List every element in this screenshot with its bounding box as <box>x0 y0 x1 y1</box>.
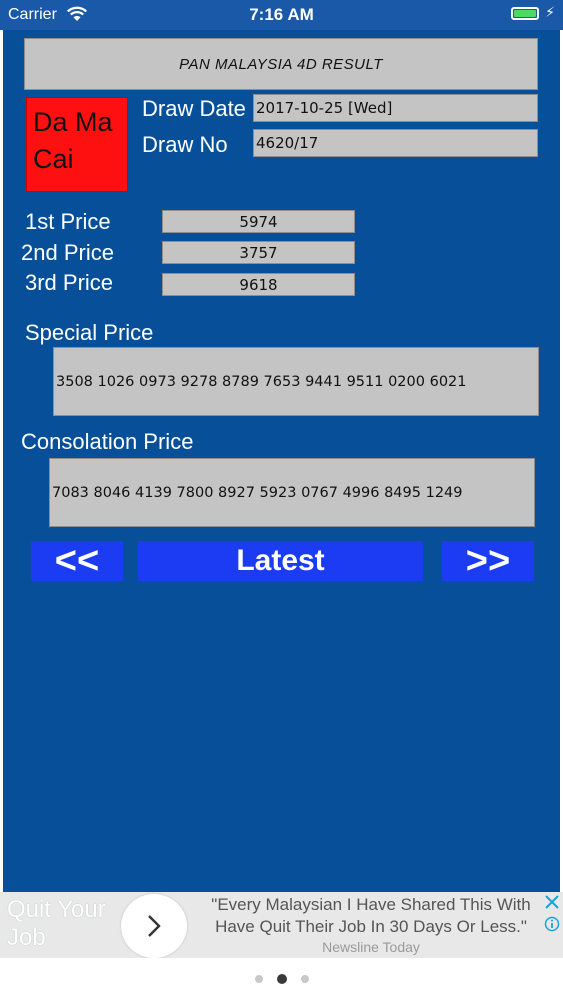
status-bar: Carrier 7:16 AM ⚡ <box>0 0 563 30</box>
result-screen: PAN MALAYSIA 4D RESULT Da Ma Cai Draw Da… <box>3 30 560 892</box>
battery-icon <box>511 7 539 20</box>
third-prize-number: 9618 <box>162 273 355 296</box>
third-prize-label: 3rd Price <box>25 270 114 295</box>
page-dot[interactable] <box>254 975 263 983</box>
clock: 7:16 AM <box>249 5 314 24</box>
page-dot-active[interactable] <box>276 974 287 984</box>
ad-title: Quit Your Job <box>7 896 106 951</box>
ad-text: "Every Malaysian I Have Shared This With… <box>211 895 531 936</box>
first-prize-label: 1st Price <box>25 209 111 234</box>
draw-no-field: 4620/17 <box>253 129 538 157</box>
page-indicator[interactable] <box>0 958 563 1000</box>
draw-no-label: Draw No <box>142 132 228 157</box>
chevron-right-icon <box>148 915 161 937</box>
charging-icon: ⚡ <box>545 4 555 20</box>
special-prize-label: Special Price <box>25 320 154 345</box>
previous-draw-button[interactable]: << <box>31 540 123 582</box>
latest-draw-button[interactable]: Latest <box>138 541 423 581</box>
first-prize-number: 5974 <box>162 210 355 233</box>
close-icon[interactable] <box>544 894 560 910</box>
ad-banner[interactable]: Quit Your Job "Every Malaysian I Have Sh… <box>0 892 563 958</box>
second-prize-number: 3757 <box>162 241 355 264</box>
consolation-prize-label: Consolation Price <box>21 429 194 454</box>
special-prize-numbers: 3508 1026 0973 9278 8789 7653 9441 9511 … <box>53 347 539 416</box>
second-prize-label: 2nd Price <box>21 240 114 265</box>
operator-logo: Da Ma Cai <box>26 97 128 192</box>
page-title: PAN MALAYSIA 4D RESULT <box>24 38 538 90</box>
ad-source: Newsline Today <box>322 939 420 955</box>
info-icon[interactable] <box>544 916 560 932</box>
operator-name: Da Ma Cai <box>33 107 113 174</box>
page-dot[interactable] <box>300 975 309 983</box>
draw-date-label: Draw Date <box>142 96 246 121</box>
ad-open-button[interactable] <box>121 894 187 958</box>
consolation-prize-numbers: 7083 8046 4139 7800 8927 5923 0767 4996 … <box>49 458 535 527</box>
next-draw-button[interactable]: >> <box>442 540 534 582</box>
draw-date-field: 2017-10-25 [Wed] <box>253 94 538 122</box>
